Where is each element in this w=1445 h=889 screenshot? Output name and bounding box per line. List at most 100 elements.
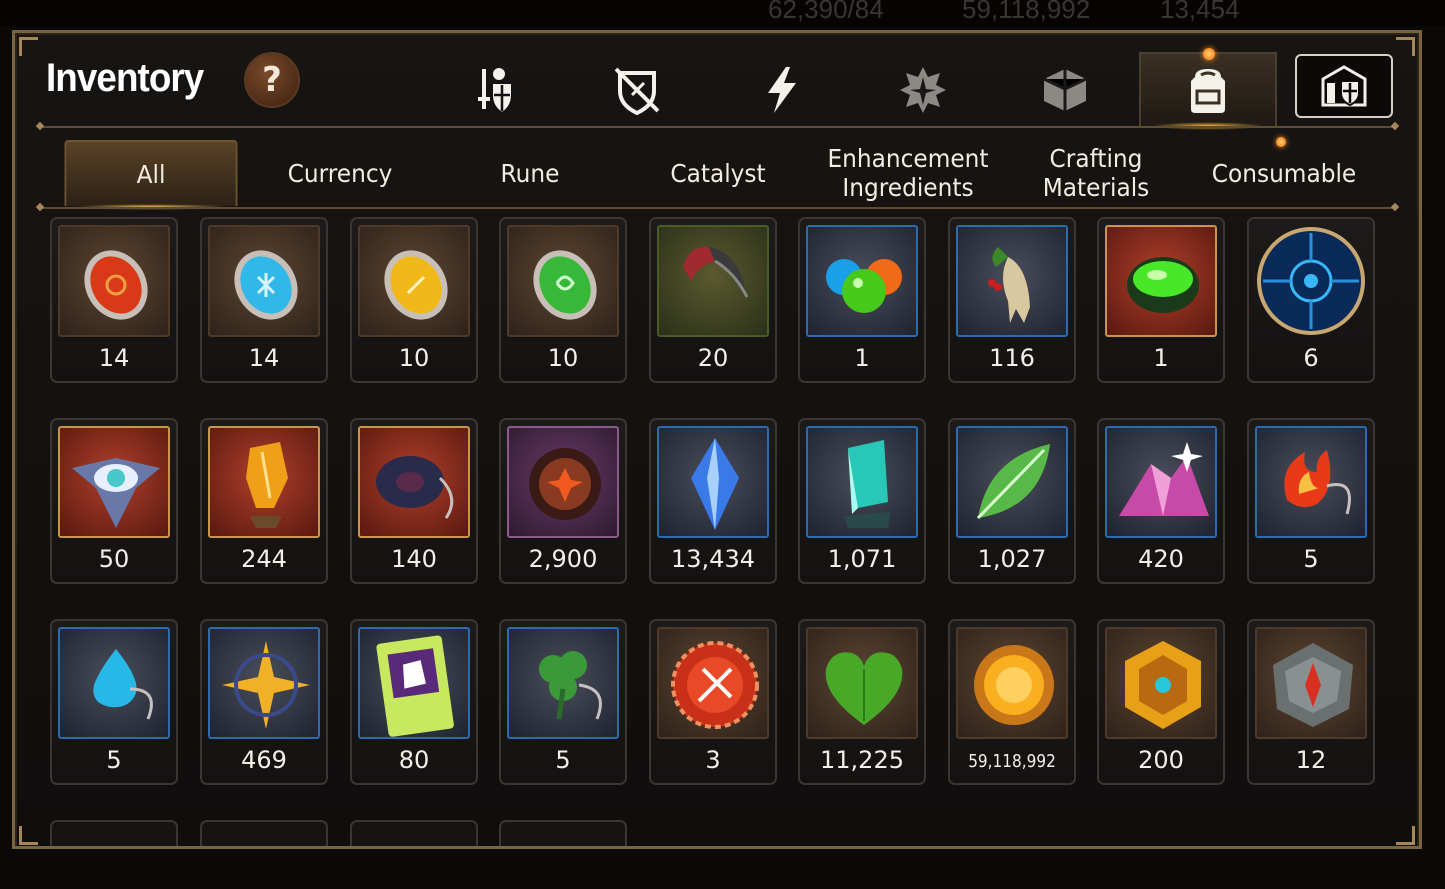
inventory-item-blue-crystal-shard[interactable]: 13,434: [649, 418, 777, 584]
inventory-item-green-potion-bowl[interactable]: 1: [1097, 217, 1225, 383]
tab-currency[interactable]: Currency: [256, 140, 423, 206]
inventory-item-green-rune-coin[interactable]: 10: [499, 217, 627, 383]
broken-shield-icon: [614, 67, 660, 116]
flower-ring-icon: [529, 448, 601, 520]
tab-gear-star[interactable]: [888, 58, 958, 122]
inventory-item-water-charm[interactable]: 5: [50, 619, 178, 785]
inventory-item-red-rune-coin[interactable]: 14: [50, 217, 178, 383]
tab-divider: [40, 207, 1395, 209]
tab-enhancement-ingredients[interactable]: Enhancement Ingredients: [817, 140, 999, 206]
item-count: 1,027: [977, 545, 1047, 573]
sword-shield-icon: [478, 68, 513, 115]
tab-rune[interactable]: Rune: [446, 140, 613, 206]
item-count: 116: [989, 344, 1035, 372]
pink-ore-icon: [1119, 442, 1209, 516]
tab-catalyst[interactable]: Catalyst: [634, 140, 801, 206]
water-charm-icon: [93, 649, 153, 720]
item-count: 10: [398, 344, 430, 372]
inventory-item-ginseng-root[interactable]: 116: [948, 217, 1076, 383]
item-count: 200: [1138, 746, 1184, 774]
inventory-item-slime-orbs[interactable]: 1: [798, 217, 926, 383]
item-count: 2,900: [528, 545, 598, 573]
green-leaf-icon: [976, 444, 1050, 520]
gold-coin-icon: [974, 645, 1054, 725]
ghost-resource-3: 13,454: [1160, 0, 1240, 24]
red-rune-coin-icon: [84, 250, 148, 320]
ginseng-root-icon: [988, 247, 1030, 323]
lightning-icon: [768, 67, 796, 113]
inventory-item-teal-crystal[interactable]: 1,071: [798, 418, 926, 584]
tab-equipment[interactable]: [460, 58, 530, 122]
flame-charm-icon: [1284, 450, 1351, 515]
green-potion-bowl-icon: [1127, 257, 1199, 313]
item-count: 3: [705, 746, 721, 774]
inventory-item-stone-compass[interactable]: 12: [1247, 619, 1375, 785]
inventory-item-sword-badge[interactable]: 3: [649, 619, 777, 785]
castle-shield-icon: [1321, 65, 1367, 107]
item-count: 469: [241, 746, 287, 774]
inventory-item-blue-sigil-orb[interactable]: 6: [1247, 217, 1375, 383]
blue-rune-coin-icon: [234, 250, 298, 320]
inventory-item-flame-charm[interactable]: 5: [1247, 418, 1375, 584]
item-count: 13,434: [671, 545, 755, 573]
star-charm-icon: [222, 641, 310, 729]
item-count: 5: [106, 746, 122, 774]
tab-lightning[interactable]: [746, 58, 816, 122]
dark-ring-pendant-icon: [376, 456, 454, 519]
slime-orbs-icon: [826, 259, 902, 313]
tab-cube[interactable]: [1030, 58, 1100, 122]
inventory-item-gold-coin[interactable]: 59,118,992: [948, 619, 1076, 785]
tab-backpack[interactable]: [1139, 52, 1277, 130]
item-count: 1: [854, 344, 870, 372]
help-button[interactable]: ?: [244, 52, 300, 108]
item-count: 14: [98, 344, 130, 372]
frame-corner: [19, 826, 38, 845]
item-count: 80: [398, 746, 430, 774]
item-count: 11,225: [820, 746, 904, 774]
inventory-item-blue-rune-coin[interactable]: 14: [200, 217, 328, 383]
inventory-item-claw[interactable]: 20: [649, 217, 777, 383]
eye-emblem-icon: [72, 458, 160, 528]
item-count: 10: [547, 344, 579, 372]
tab-divider: [40, 126, 1395, 128]
inventory-item-yellow-rune-coin[interactable]: 10: [350, 217, 478, 383]
gear-star-icon: [900, 67, 946, 113]
item-count: 50: [98, 545, 130, 573]
inventory-item-eye-emblem[interactable]: 50: [50, 418, 178, 584]
inventory-item-clover-charm[interactable]: 5: [499, 619, 627, 785]
tab-castle[interactable]: [1295, 54, 1393, 118]
inventory-item-flower-ring[interactable]: 2,900: [499, 418, 627, 584]
tab-consumable[interactable]: Consumable: [1193, 140, 1375, 206]
cube-icon: [1043, 69, 1087, 111]
tab-all[interactable]: All: [64, 140, 238, 210]
sword-badge-icon: [671, 641, 759, 729]
inventory-item-amber-crystal[interactable]: 244: [200, 418, 328, 584]
backpack-icon: [1191, 69, 1225, 113]
item-count: 14: [248, 344, 280, 372]
inventory-item-gold-shield-emblem[interactable]: 200: [1097, 619, 1225, 785]
tab-broken-shield[interactable]: [602, 58, 672, 122]
inventory-item-costume-card[interactable]: 80: [350, 619, 478, 785]
teal-crystal-icon: [844, 440, 890, 528]
inventory-item-green-leaf[interactable]: 1,027: [948, 418, 1076, 584]
clover-charm-icon: [539, 651, 602, 720]
inventory-item-green-heart[interactable]: 11,225: [798, 619, 926, 785]
costume-card-icon: [376, 635, 454, 737]
panel-bottom-edge: [12, 846, 1422, 889]
frame-corner: [1396, 37, 1415, 56]
yellow-rune-coin-icon: [384, 250, 448, 320]
inventory-item-pink-ore[interactable]: 420: [1097, 418, 1225, 584]
inventory-item-star-charm[interactable]: 469: [200, 619, 328, 785]
item-count: 5: [1303, 545, 1319, 573]
item-count: 1,071: [827, 545, 897, 573]
blue-crystal-shard-icon: [691, 438, 739, 530]
item-count: 12: [1295, 746, 1327, 774]
top-status-bar: 62,390/84 59,118,992 13,454: [0, 0, 1445, 26]
tab-crafting-materials[interactable]: Crafting Materials: [1016, 140, 1176, 206]
item-count: 420: [1138, 545, 1184, 573]
frame-corner: [1396, 826, 1415, 845]
inventory-item-dark-ring-pendant[interactable]: 140: [350, 418, 478, 584]
item-count: 6: [1303, 344, 1319, 372]
notification-dot: [1276, 137, 1286, 147]
page-title: Inventory: [46, 56, 204, 100]
